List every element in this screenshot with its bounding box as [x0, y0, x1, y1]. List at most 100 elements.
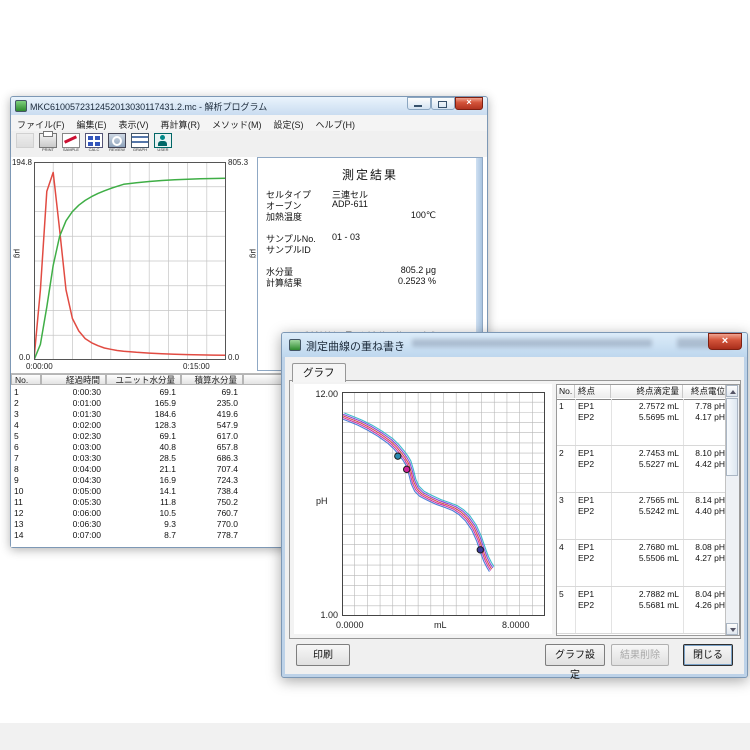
menu-item-3[interactable]: 再計算(R) — [155, 116, 207, 131]
ep-volume: 2.7680 mL — [611, 542, 679, 552]
column-header[interactable]: 積算水分量 — [181, 374, 243, 385]
ml-axis-title: mL — [434, 620, 447, 630]
menu-item-4[interactable]: メソッド(M) — [206, 116, 268, 131]
table-cell: 0:04:30 — [41, 475, 106, 486]
glass-reflection — [412, 339, 652, 347]
column-header[interactable]: No. — [11, 374, 41, 385]
ep-result-group[interactable]: 3EP12.7565 mL8.14 pHEP25.5242 mL4.40 pH — [557, 493, 726, 540]
toolbar-label: PRINT — [39, 149, 57, 153]
close-dialog-button[interactable]: 閉じる — [683, 644, 733, 666]
result-row: 加熱温度100℃ — [258, 210, 474, 221]
analysis-titlebar[interactable]: MKC6100572312452013030117431.2.mc - 解析プロ… — [11, 97, 487, 115]
scrollbar-thumb[interactable] — [726, 398, 738, 476]
ep-column-header[interactable]: 終点電位 — [683, 385, 728, 398]
graph-settings-button[interactable]: グラフ設定 — [545, 644, 605, 666]
ep-point-row: EP25.5681 mL4.26 pH — [557, 600, 726, 611]
table-cell: 5 — [11, 431, 41, 442]
titration-plot — [342, 392, 545, 616]
menu-item-5[interactable]: 設定(S) — [268, 116, 310, 131]
ep-volume: 5.5242 mL — [611, 506, 679, 516]
print-icon-button[interactable]: PRINT — [37, 132, 59, 156]
minimize-icon — [414, 105, 422, 107]
ep-volume: 5.5695 mL — [611, 412, 679, 422]
table-cell: 1 — [11, 387, 41, 398]
close-icon[interactable] — [455, 97, 483, 110]
left-axis-unit: μg — [13, 249, 22, 258]
scroll-down-icon[interactable] — [726, 623, 738, 635]
graph-icon-button[interactable]: GRAPH — [129, 132, 151, 156]
result-row: サンプルID — [258, 243, 474, 254]
print-button[interactable]: 印刷 — [296, 644, 350, 666]
sample-icon-button[interactable]: SAMPLE — [60, 132, 82, 156]
toolbar-label: GRAPH — [131, 149, 149, 153]
left-axis-min-label: 0.0 — [19, 353, 30, 362]
ep-column-header[interactable]: 終点滴定量 — [611, 385, 683, 398]
table-cell: 0:03:30 — [41, 453, 106, 464]
ep-potential: 4.17 pH — [683, 412, 725, 422]
ep-result-group[interactable]: 1EP12.7572 mL7.78 pHEP25.5695 mL4.17 pH — [557, 399, 726, 446]
ep-potential: 4.27 pH — [683, 553, 725, 563]
table-cell: 13 — [11, 519, 41, 530]
ep-point-row: EP12.7680 mL8.08 pH — [557, 542, 726, 553]
table-cell: 778.7 — [181, 530, 243, 541]
menu-item-0[interactable]: ファイル(F) — [11, 116, 71, 131]
menu-item-2[interactable]: 表示(V) — [113, 116, 155, 131]
ep-name: EP2 — [578, 600, 594, 610]
result-row: サンプルNo.01 - 03 — [258, 232, 474, 243]
table-cell: 0:06:00 — [41, 508, 106, 519]
table-cell: 9 — [11, 475, 41, 486]
ep-result-group[interactable]: 5EP12.7882 mL8.04 pHEP25.5681 mL4.26 pH — [557, 587, 726, 634]
endpoint-table-scrollbar[interactable] — [725, 385, 739, 635]
scroll-up-icon[interactable] — [726, 385, 738, 397]
x-axis-start-label: 0:00:00 — [26, 362, 53, 371]
delete-result-button[interactable]: 結果削除 — [611, 644, 669, 666]
ep-column-header[interactable]: 終点 — [575, 385, 611, 398]
results-title: 測定結果 — [258, 166, 482, 183]
column-header[interactable]: ユニット水分量 — [106, 374, 181, 385]
result-row: セルタイプ三連セル — [258, 188, 474, 199]
table-cell: 419.6 — [181, 409, 243, 420]
table-cell: 10 — [11, 486, 41, 497]
ep-column-header[interactable]: No. — [557, 385, 575, 398]
table-cell: 12 — [11, 508, 41, 519]
ep-result-group[interactable]: 4EP12.7680 mL8.08 pHEP25.5506 mL4.27 pH — [557, 540, 726, 587]
minimize-button[interactable] — [407, 97, 431, 110]
table-cell: 0:05:00 — [41, 486, 106, 497]
ep-point-row: EP25.5695 mL4.17 pH — [557, 412, 726, 423]
column-header[interactable]: 経過時間 — [41, 374, 106, 385]
menu-item-1[interactable]: 編集(E) — [71, 116, 113, 131]
overlay-titlebar[interactable]: 測定曲線の重ね書き × — [282, 333, 747, 357]
result-row — [258, 221, 474, 232]
tab-graph[interactable]: グラフ — [292, 363, 346, 382]
menu-item-6[interactable]: ヘルプ(H) — [310, 116, 362, 131]
trend-chart: 194.8 0.0 805.3 0.0 0:00:00 0:15:00 μg μ… — [11, 157, 257, 373]
sample-icon — [62, 133, 80, 148]
table-cell: 770.0 — [181, 519, 243, 530]
ep-volume: 2.7572 mL — [611, 401, 679, 411]
user-icon-button[interactable]: USER — [152, 132, 174, 156]
ep-volume: 2.7565 mL — [611, 495, 679, 505]
dialog-close-icon[interactable]: × — [708, 333, 742, 350]
table-cell: 11 — [11, 497, 41, 508]
table-cell: 10.5 — [106, 508, 181, 519]
ep-point-row: EP25.5242 mL4.40 pH — [557, 506, 726, 517]
review-icon-button[interactable]: REVIEW — [106, 132, 128, 156]
table-cell: 8 — [11, 464, 41, 475]
analysis-window-title: MKC6100572312452013030117431.2.mc - 解析プロ… — [30, 100, 267, 113]
table-cell: 69.1 — [106, 387, 181, 398]
table-cell: 6 — [11, 442, 41, 453]
result-row: オーブンADP-611 — [258, 199, 474, 210]
calc-icon-button[interactable]: CALC — [83, 132, 105, 156]
table-cell: 617.0 — [181, 431, 243, 442]
ep-volume: 5.5227 mL — [611, 459, 679, 469]
table-cell: 0:02:00 — [41, 420, 106, 431]
ep-volume: 5.5506 mL — [611, 553, 679, 563]
report-icon-button[interactable] — [14, 132, 36, 156]
bottom-band — [0, 723, 750, 750]
ml-axis-min-label: 0.0000 — [336, 620, 364, 630]
ep-name: EP1 — [578, 495, 594, 505]
maximize-button[interactable] — [431, 97, 455, 110]
result-value: 01 - 03 — [332, 232, 360, 242]
ep-result-group[interactable]: 2EP12.7453 mL8.10 pHEP25.5227 mL4.42 pH — [557, 446, 726, 493]
ph-axis-title: pH — [316, 496, 328, 506]
